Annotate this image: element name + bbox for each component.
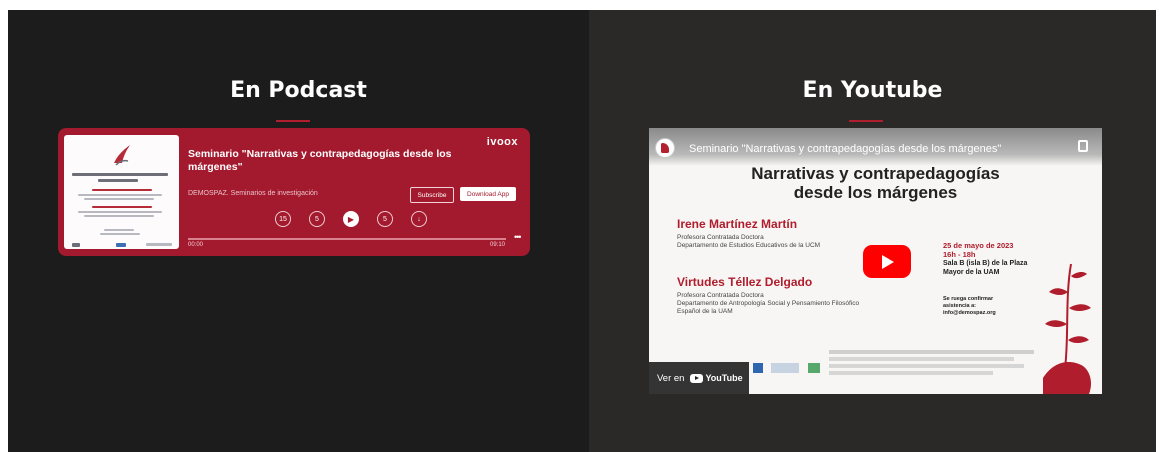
podcast-heading: En Podcast <box>230 78 367 103</box>
fine-print <box>829 350 1034 375</box>
event-place: Sala B (isla B) de la Plaza Mayor de la … <box>943 260 1028 276</box>
current-time: 00:00 <box>188 242 204 248</box>
sponsor-logos <box>753 360 823 373</box>
forward-5-icon[interactable]: 5 <box>377 211 393 227</box>
youtube-play-button[interactable] <box>863 245 911 278</box>
ivoox-logo[interactable]: ivoox <box>487 136 518 148</box>
youtube-heading: En Youtube <box>802 78 943 103</box>
youtube-panel: En Youtube Seminario "Narrativas y contr… <box>589 10 1156 452</box>
olive-branch-hand-icon <box>1043 263 1091 394</box>
speaker-2-role: Profesora Contratada Doctora Departament… <box>677 292 860 315</box>
dove-hand-icon <box>114 145 130 166</box>
heading-underline <box>849 120 883 122</box>
youtube-logo: YouTube <box>690 373 743 383</box>
speaker-1-role: Profesora Contratada Doctora Departament… <box>677 234 821 249</box>
progress-bar[interactable] <box>188 238 506 240</box>
channel-avatar[interactable] <box>655 138 675 158</box>
total-time: 09:10 <box>490 242 506 248</box>
rsvp-note: Se ruega confirmar asistencia a: info@de… <box>943 296 996 316</box>
poster-title: Narrativas y contrapedagogías desde los … <box>751 164 1000 202</box>
watch-on-youtube-button[interactable]: Ver en YouTube <box>649 362 749 394</box>
watch-on-label: Ver en <box>657 372 685 384</box>
more-options-icon[interactable]: ••• <box>514 232 522 242</box>
download-app-button[interactable]: Download App <box>460 187 516 201</box>
copy-link-icon[interactable] <box>1078 140 1088 152</box>
video-title[interactable]: Seminario "Narrativas y contrapedagogías… <box>689 143 1039 155</box>
ivoox-player[interactable]: ivoox Seminario "Narrativas y contrapeda… <box>58 128 530 256</box>
youtube-embed[interactable]: Seminario "Narrativas y contrapedagogías… <box>649 128 1102 394</box>
episode-title[interactable]: Seminario "Narrativas y contrapedagogías… <box>188 148 488 174</box>
channel-name[interactable]: DEMOSPAZ. Seminarios de investigación <box>188 190 318 197</box>
rewind-5-icon[interactable]: 5 <box>309 211 325 227</box>
heading-underline <box>276 120 310 122</box>
podcast-panel: En Podcast ivoox Seminario "Narrativas y… <box>8 10 589 452</box>
speaker-1-name: Irene Martínez Martín <box>677 217 798 231</box>
event-date: 25 de mayo de 2023 16h - 18h <box>943 241 1014 259</box>
rewind-15-icon[interactable]: 15 <box>275 211 291 227</box>
subscribe-button[interactable]: Subscribe <box>410 187 454 203</box>
download-icon[interactable]: ↓ <box>411 211 427 227</box>
speaker-2-name: Virtudes Téllez Delgado <box>677 275 813 289</box>
youtube-play-icon <box>690 373 704 383</box>
episode-cover-image[interactable] <box>64 135 179 249</box>
embeds-section: En Podcast ivoox Seminario "Narrativas y… <box>8 10 1156 452</box>
play-button[interactable]: ▶ <box>343 211 359 227</box>
playback-controls: 15 5 ▶ 5 ↓ <box>275 210 427 228</box>
